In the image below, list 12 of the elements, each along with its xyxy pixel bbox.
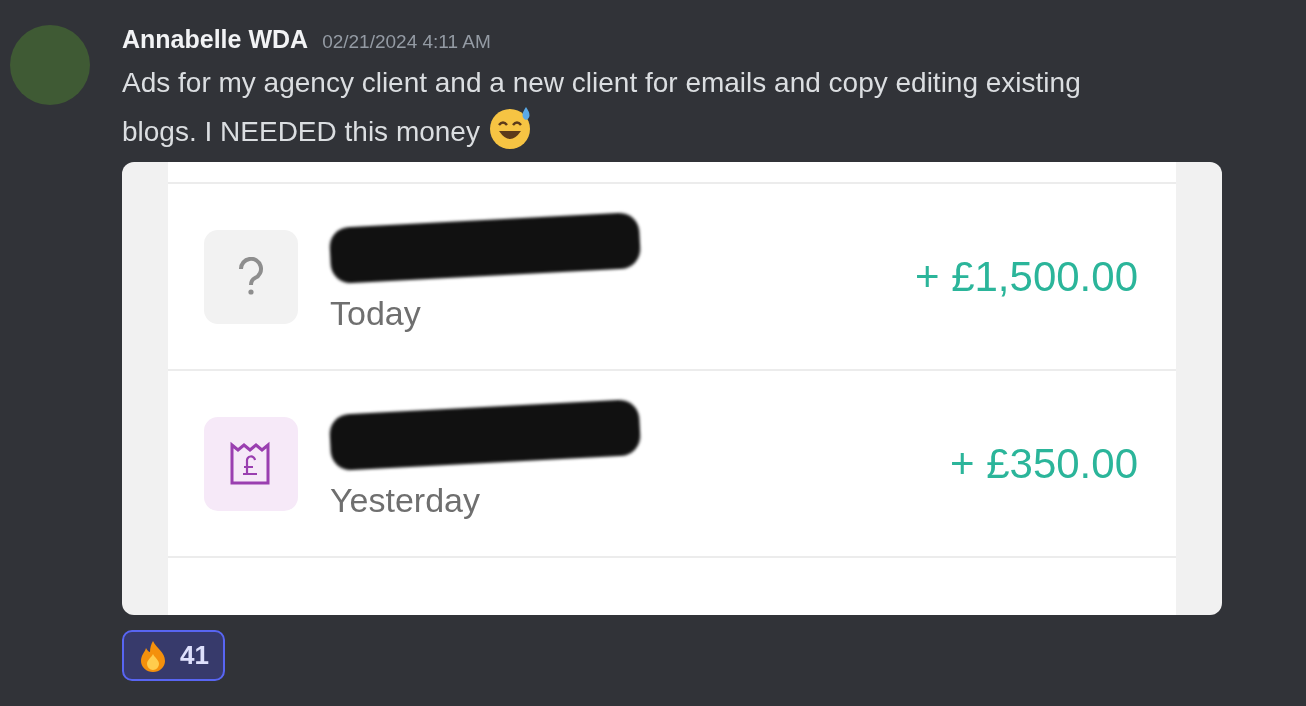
receipt-icon xyxy=(204,416,298,511)
screenshot-attachment[interactable]: Today + £1,500.00 Yesterday + £350.00 xyxy=(122,162,1222,615)
question-mark-icon xyxy=(204,229,298,324)
transaction-amount: + £1,500.00 xyxy=(914,252,1138,301)
transaction-amount: + £350.00 xyxy=(950,439,1138,488)
timestamp: 02/21/2024 4:11 AM xyxy=(322,31,491,53)
reaction-button[interactable]: 41 xyxy=(122,630,225,681)
fire-icon xyxy=(138,639,168,672)
transaction-date: Today xyxy=(330,294,421,333)
author-name[interactable]: Annabelle WDA xyxy=(122,25,309,54)
transaction-date: Yesterday xyxy=(330,481,480,520)
message-text: Ads for my agency client and a new client for emails and copy editing existing blogs. I NEEDED this money xyxy=(122,61,1132,154)
